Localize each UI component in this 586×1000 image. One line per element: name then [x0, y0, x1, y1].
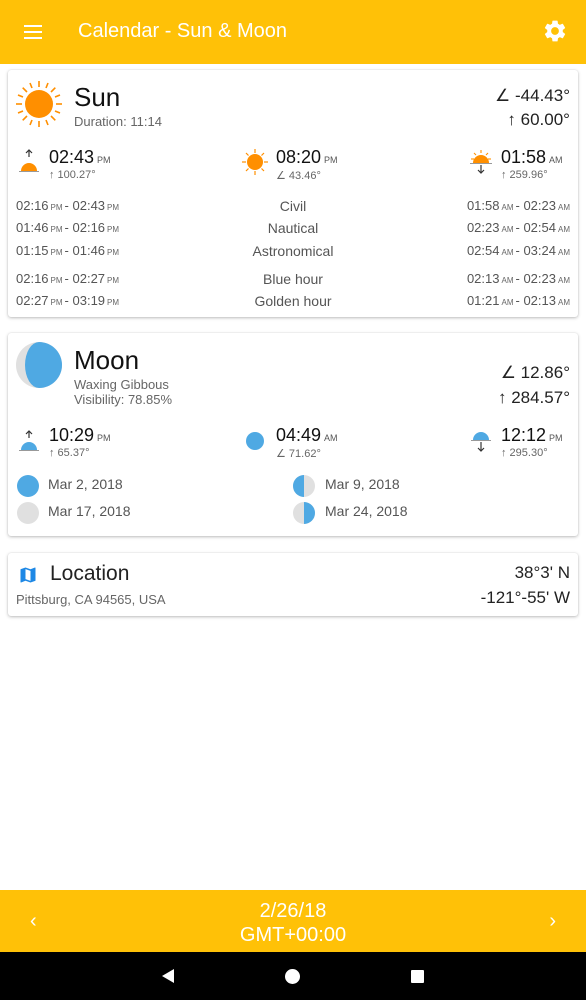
- sun-card[interactable]: Sun Duration: 11:14 ∠ -44.43° ↑ 60.00° 0…: [8, 70, 578, 317]
- golden-hour-morning-range: 02:27 PM - 03:19 PM: [16, 293, 120, 308]
- blue-hour-evening-range: 02:13 AM - 02:23 AM: [466, 271, 570, 286]
- moon-card[interactable]: Moon Waxing Gibbous Visibility: 78.85% ∠…: [8, 333, 578, 536]
- gear-icon[interactable]: [542, 18, 568, 44]
- map-icon: [20, 567, 36, 583]
- moonrise-azimuth: ↑ 65.37°: [49, 447, 90, 459]
- civil-evening-range: 01:58 AM - 02:23 AM: [466, 198, 570, 213]
- new-moon-date: Mar 17, 2018: [48, 503, 131, 519]
- sunset-azimuth: ↑ 259.96°: [501, 169, 548, 181]
- moon-elevation: ∠ 12.86°: [500, 363, 570, 382]
- moon-visibility: Visibility: 78.85%: [74, 392, 173, 407]
- solar-noon-icon: [242, 149, 268, 175]
- nautical-label: Nautical: [267, 220, 319, 236]
- nautical-morning-range: 01:46 PM - 02:16 PM: [16, 220, 120, 235]
- first-quarter-moon-date: Mar 24, 2018: [325, 503, 408, 519]
- moon-title: Moon: [74, 345, 140, 375]
- full-moon-date: Mar 2, 2018: [48, 476, 123, 492]
- moon-phase-name: Waxing Gibbous: [74, 377, 169, 392]
- solar-noon-time: 08:20 PM: [276, 147, 338, 167]
- full-moon-icon: [17, 475, 39, 497]
- blue-hour-label: Blue hour: [263, 271, 323, 287]
- astronomical-label: Astronomical: [252, 243, 334, 259]
- location-longitude: -121°-55' W: [480, 588, 570, 607]
- moon-transit-icon: [246, 432, 264, 450]
- moonset-azimuth: ↑ 295.30°: [501, 447, 548, 459]
- sun-elevation: ∠ -44.43°: [495, 86, 570, 105]
- date-bar: ‹ 2/26/18 GMT+00:00 ›: [0, 890, 586, 952]
- home-icon[interactable]: [284, 968, 301, 985]
- hamburger-menu-icon[interactable]: [22, 20, 48, 44]
- sunset-icon: [470, 150, 492, 174]
- location-title: Location: [50, 562, 130, 585]
- next-day-button[interactable]: ›: [549, 910, 556, 933]
- location-card[interactable]: Location Pittsburg, CA 94565, USA 38°3' …: [8, 553, 578, 616]
- recents-icon[interactable]: [410, 969, 425, 984]
- date-label: 2/26/18: [259, 900, 327, 922]
- golden-hour-evening-range: 01:21 AM - 02:13 AM: [466, 293, 570, 308]
- new-moon-icon: [17, 502, 39, 524]
- back-icon[interactable]: [160, 968, 176, 984]
- nautical-evening-range: 02:23 AM - 02:54 AM: [466, 220, 570, 235]
- last-quarter-moon-icon: [293, 475, 315, 497]
- sunset-time: 01:58 AM: [501, 147, 563, 167]
- sunrise-icon: [19, 149, 39, 172]
- app-bar: Calendar - Sun & Moon: [0, 0, 586, 64]
- solar-noon-elevation: ∠ 43.46°: [276, 170, 321, 182]
- location-latitude: 38°3' N: [514, 563, 570, 582]
- last-quarter-moon-date: Mar 9, 2018: [325, 476, 400, 492]
- app-title: Calendar - Sun & Moon: [78, 20, 288, 42]
- astronomical-morning-range: 01:15 PM - 01:46 PM: [16, 243, 120, 258]
- golden-hour-label: Golden hour: [254, 293, 332, 309]
- location-address: Pittsburg, CA 94565, USA: [16, 592, 166, 607]
- sun-icon: [16, 81, 62, 127]
- moonset-time: 12:12 PM: [501, 425, 563, 445]
- moon-transit-time: 04:49 AM: [276, 425, 338, 445]
- sun-title: Sun: [74, 82, 121, 112]
- timezone-label: GMT+00:00: [239, 924, 347, 946]
- moonrise-icon: [19, 430, 39, 451]
- moonrise-time: 10:29 PM: [49, 425, 111, 445]
- astronomical-evening-range: 02:54 AM - 03:24 AM: [466, 243, 570, 258]
- sun-azimuth: ↑ 60.00°: [507, 110, 570, 129]
- moonset-icon: [471, 432, 491, 452]
- moon-transit-elevation: ∠ 71.62°: [276, 448, 321, 460]
- blue-hour-morning-range: 02:16 PM - 02:27 PM: [16, 271, 120, 286]
- sun-duration: Duration: 11:14: [74, 114, 162, 129]
- moon-phase-icon: [16, 342, 62, 388]
- civil-morning-range: 02:16 PM - 02:43 PM: [16, 198, 120, 213]
- sunrise-azimuth: ↑ 100.27°: [49, 169, 96, 181]
- moon-azimuth: ↑ 284.57°: [497, 388, 570, 407]
- first-quarter-moon-icon: [293, 502, 315, 524]
- civil-label: Civil: [279, 198, 307, 214]
- sunrise-time: 02:43 PM: [49, 147, 111, 167]
- current-date[interactable]: 2/26/18 GMT+00:00: [0, 899, 586, 947]
- system-nav-bar: [0, 952, 586, 1000]
